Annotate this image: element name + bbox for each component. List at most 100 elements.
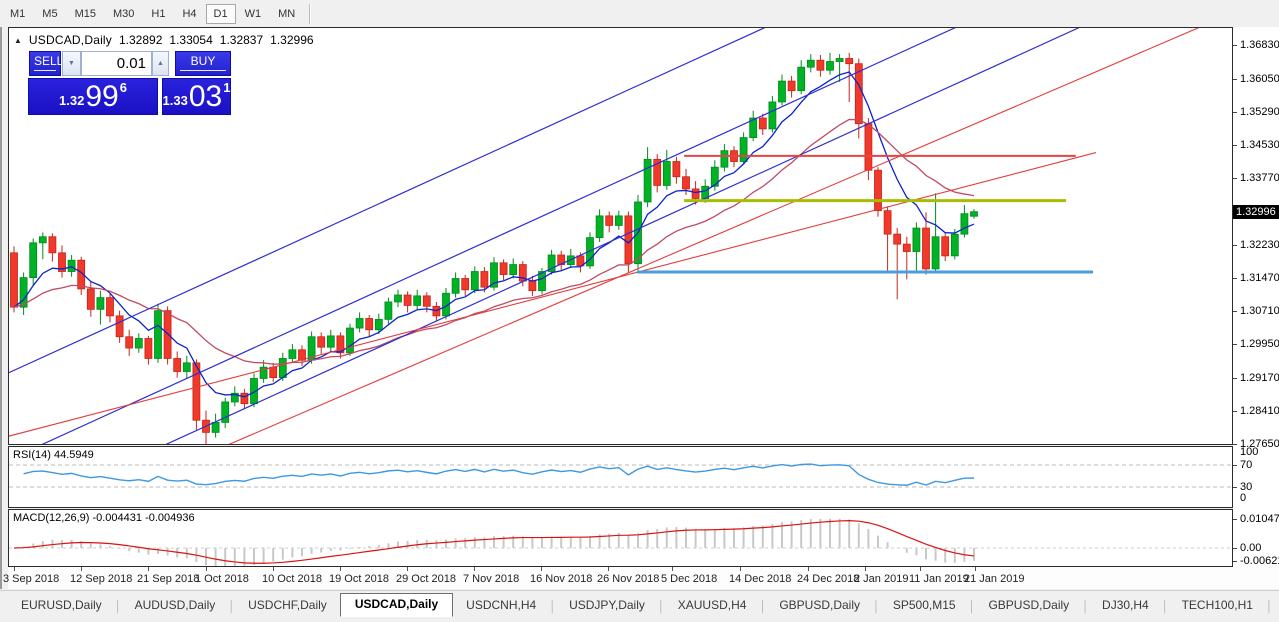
price-axis-label: 1.33770 [1240,172,1279,185]
tab-separator: │ [115,601,122,613]
chart-tab-eurusd-daily[interactable]: EURUSD,Daily [8,595,115,616]
chart-tab-gbpusd-daily[interactable]: GBPUSD,Daily [975,595,1082,616]
timeframe-toolbar: M1M5M15M30H1H4D1W1MN [0,0,1279,27]
tab-separator: │ [549,601,556,613]
buy-button[interactable]: BUY [175,51,231,76]
buy-price-button[interactable]: 1.33 03 1 [162,78,231,115]
date-label: 21 Sep 2018 [137,573,199,585]
sell-price-big: 99 [85,83,118,111]
price-axis-tick [1233,311,1237,312]
macd-axis-label: 0.00 [1240,542,1261,555]
date-tick [474,567,475,571]
date-label: 5 Dec 2018 [661,573,717,585]
timeframe-button-MN[interactable]: MN [270,4,303,24]
rsi-line [24,464,974,485]
price-axis-tick [1233,112,1237,113]
current-price-tag: 1.32996 [1233,205,1279,219]
timeframe-button-H1[interactable]: H1 [143,4,173,24]
tab-separator: │ [759,601,766,613]
chart-tab-dj30-h4[interactable]: DJ30,H4 [1089,595,1162,616]
price-axis-label: 1.36830 [1240,39,1279,52]
volume-input[interactable]: 0.01 [81,51,152,76]
date-label: 2 Jan 2019 [854,573,908,585]
price-axis-label: 1.34530 [1240,139,1279,152]
chart-tab-usdchf-daily[interactable]: USDCHF,Daily [235,595,340,616]
chart-header: ▲ USDCAD,Daily 1.32892 1.33054 1.32837 1… [14,33,314,47]
tab-separator: │ [969,601,976,613]
date-label: 10 Oct 2018 [262,573,322,585]
date-tick [865,567,866,571]
date-tick [920,567,921,571]
date-tick [14,567,15,571]
buy-price-big: 03 [189,83,222,111]
date-label: 7 Nov 2018 [463,573,519,585]
price-axis-tick [1233,245,1237,246]
sell-price-small: 1.32 [59,93,84,108]
one-click-trade-panel: SELL ▼ 0.01 ▲ BUY 1.32 99 6 1.33 03 1 [28,51,231,115]
macd-axis-label: 0.010474 [1240,513,1279,526]
date-tick [808,567,809,571]
date-label: 16 Nov 2018 [530,573,592,585]
tab-separator: │ [1266,601,1273,613]
date-tick [740,567,741,571]
chart-tab-xauusd-h4[interactable]: XAUUSD,H4 [665,595,760,616]
timeframe-button-M5[interactable]: M5 [34,4,65,24]
ohlc-high: 1.33054 [169,33,212,47]
price-axis-label: 1.35290 [1240,106,1279,119]
chart-tab-usdjpy-daily[interactable]: USDJPY,Daily [556,595,658,616]
price-axis-label: 1.30710 [1240,305,1279,318]
timeframe-button-M15[interactable]: M15 [67,4,104,24]
date-label: 3 Sep 2018 [3,573,59,585]
sell-button[interactable]: SELL [29,51,61,76]
price-axis-tick [1233,344,1237,345]
timeframe-button-D1[interactable]: D1 [206,4,236,24]
chart-tab-usdcad-daily[interactable]: USDCAD,Daily [340,593,453,617]
price-axis-label: 1.32230 [1240,239,1279,252]
rsi-axis-label: 70 [1240,459,1252,472]
date-label: 24 Dec 2018 [797,573,859,585]
date-tick [975,567,976,571]
timeframe-button-M1[interactable]: M1 [2,4,33,24]
sell-button-label: SELL [34,54,56,71]
macd-axis-tick [1233,548,1237,549]
price-axis-label: 1.28410 [1240,405,1279,418]
chart-symbol-title: USDCAD,Daily [29,33,112,47]
chart-tab-tech100-h1[interactable]: TECH100,H1 [1169,595,1266,616]
chart-tab-bar: EURUSD,Daily│AUDUSD,Daily│USDCHF,DailyUS… [0,590,1279,617]
buy-price-pip: 1 [223,80,230,95]
rsi-panel[interactable] [8,446,1233,508]
date-label: 19 Oct 2018 [329,573,389,585]
date-label: 21 Jan 2019 [964,573,1025,585]
price-axis-tick [1233,79,1237,80]
price-axis-tick [1233,45,1237,46]
rsi-axis-tick [1233,487,1237,488]
chart-tab-sp500-m15[interactable]: SP500,M15 [880,595,969,616]
one-click-panel-toggle-icon[interactable]: ▲ [14,36,22,45]
chart-tab-gbpusd-daily[interactable]: GBPUSD,Daily [766,595,873,616]
spin-down-icon: ▼ [68,60,75,67]
sell-price-button[interactable]: 1.32 99 6 [28,78,158,115]
chart-tab-ukoil-h1[interactable]: UKOil,H1 [1273,595,1279,616]
macd-axis-tick [1233,561,1237,562]
date-label: 12 Sep 2018 [70,573,132,585]
chart-tab-audusd-daily[interactable]: AUDUSD,Daily [122,595,229,616]
price-axis[interactable]: 1.368301.360501.352901.345301.337701.322… [1233,27,1279,567]
volume-increase-button[interactable]: ▲ [152,51,169,76]
date-label: 14 Dec 2018 [729,573,791,585]
ohlc-close: 1.32996 [270,33,313,47]
chart-tab-usdcnh-h4[interactable]: USDCNH,H4 [453,595,549,616]
volume-decrease-button[interactable]: ▼ [62,51,81,76]
macd-axis-tick [1233,519,1237,520]
date-tick [340,567,341,571]
date-label: 26 Nov 2018 [597,573,659,585]
date-tick [273,567,274,571]
price-axis-label: 1.29950 [1240,338,1279,351]
date-axis[interactable]: 3 Sep 201812 Sep 201821 Sep 20181 Oct 20… [8,567,1279,589]
ohlc-open: 1.32892 [119,33,162,47]
timeframe-button-W1[interactable]: W1 [237,4,270,24]
date-tick [608,567,609,571]
timeframe-button-M30[interactable]: M30 [105,4,142,24]
timeframe-button-H4[interactable]: H4 [174,4,204,24]
price-axis-label: 1.29170 [1240,372,1279,385]
macd-axis-label: -0.006218 [1240,555,1279,568]
